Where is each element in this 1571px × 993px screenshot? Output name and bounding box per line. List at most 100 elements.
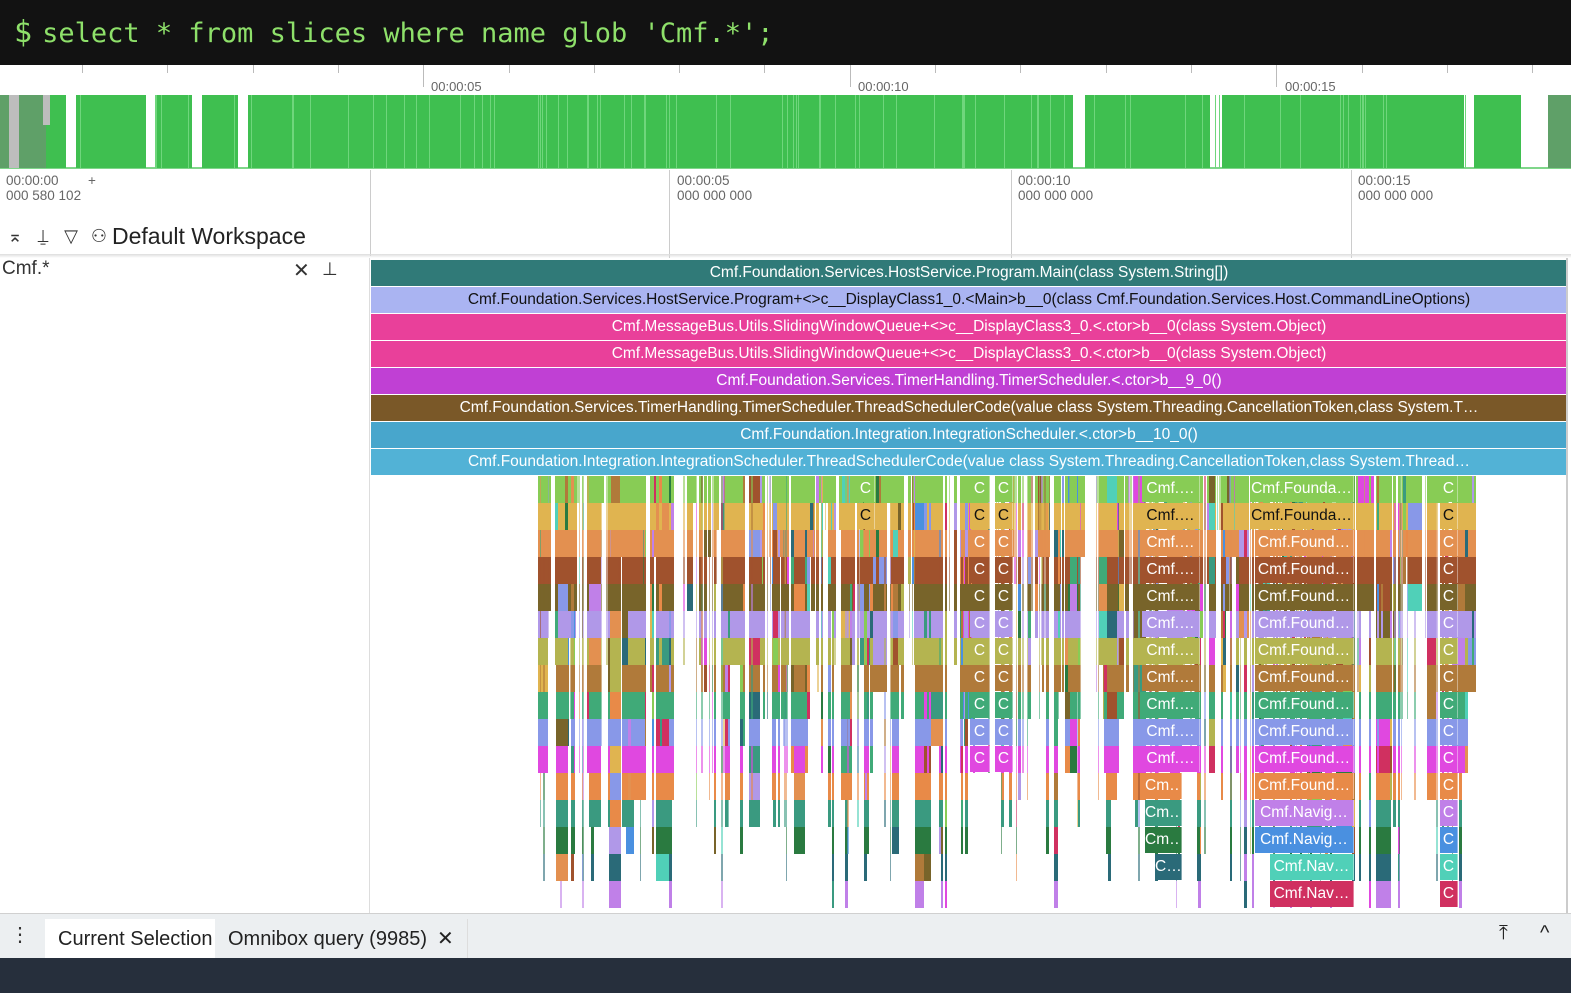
slice[interactable] bbox=[703, 638, 707, 665]
slice[interactable] bbox=[571, 503, 575, 530]
slice[interactable] bbox=[766, 665, 769, 692]
slice[interactable] bbox=[846, 746, 849, 773]
slice[interactable] bbox=[543, 611, 545, 638]
slice[interactable] bbox=[954, 557, 958, 584]
slice[interactable] bbox=[891, 719, 899, 746]
slice[interactable] bbox=[581, 773, 584, 800]
slice[interactable] bbox=[1235, 719, 1239, 746]
pin-to-top-icon[interactable]: ⤒ bbox=[1499, 922, 1508, 945]
slice[interactable] bbox=[889, 719, 892, 746]
slice[interactable] bbox=[1018, 611, 1021, 638]
slice[interactable] bbox=[724, 719, 728, 746]
slice[interactable]: C bbox=[1440, 611, 1458, 637]
slice[interactable] bbox=[556, 557, 568, 584]
slice[interactable] bbox=[870, 665, 873, 692]
slice[interactable] bbox=[815, 476, 819, 503]
slice[interactable] bbox=[1358, 719, 1361, 746]
slice[interactable] bbox=[772, 719, 775, 746]
slice[interactable] bbox=[713, 719, 717, 746]
slice[interactable] bbox=[1381, 476, 1384, 503]
slice[interactable] bbox=[1208, 530, 1215, 557]
slice[interactable] bbox=[1389, 746, 1393, 773]
slice[interactable]: Cmf.Found… bbox=[1255, 746, 1354, 772]
slice[interactable] bbox=[1070, 584, 1078, 611]
slice[interactable] bbox=[1465, 638, 1468, 665]
slice[interactable] bbox=[948, 476, 950, 503]
slice[interactable] bbox=[1046, 584, 1049, 611]
slice[interactable] bbox=[820, 476, 823, 503]
slice[interactable] bbox=[701, 503, 704, 530]
slice[interactable] bbox=[713, 827, 717, 854]
slice[interactable] bbox=[1235, 746, 1239, 773]
slice[interactable] bbox=[1054, 611, 1058, 638]
slice[interactable] bbox=[539, 476, 541, 503]
slice[interactable] bbox=[1016, 665, 1018, 692]
slice[interactable] bbox=[1018, 746, 1021, 773]
slice[interactable] bbox=[1436, 530, 1438, 557]
slice[interactable] bbox=[1097, 746, 1099, 773]
slice[interactable] bbox=[793, 584, 806, 611]
slice[interactable] bbox=[643, 476, 645, 503]
slice[interactable] bbox=[1471, 584, 1474, 611]
slice[interactable] bbox=[643, 638, 645, 665]
slice[interactable] bbox=[1198, 881, 1202, 908]
slice[interactable]: C bbox=[857, 476, 875, 502]
slice[interactable] bbox=[1426, 773, 1437, 800]
slice[interactable] bbox=[656, 530, 670, 557]
slice[interactable] bbox=[1016, 530, 1018, 557]
slice[interactable] bbox=[651, 692, 654, 719]
slice[interactable]: C bbox=[995, 638, 1013, 664]
slice[interactable] bbox=[1465, 476, 1468, 503]
slice[interactable] bbox=[547, 476, 550, 503]
slice[interactable] bbox=[831, 503, 835, 530]
slice[interactable] bbox=[703, 611, 707, 638]
slice[interactable] bbox=[960, 800, 963, 827]
slice[interactable] bbox=[927, 692, 930, 719]
slice[interactable] bbox=[1204, 719, 1207, 746]
slice[interactable] bbox=[815, 611, 819, 638]
slice[interactable] bbox=[884, 611, 887, 638]
slice[interactable] bbox=[1436, 773, 1438, 800]
slice[interactable] bbox=[1369, 638, 1372, 665]
slice[interactable] bbox=[891, 503, 894, 530]
slice[interactable] bbox=[1079, 638, 1082, 665]
slice[interactable] bbox=[1369, 800, 1372, 827]
slice[interactable] bbox=[1137, 773, 1140, 800]
slice[interactable] bbox=[777, 503, 781, 530]
slice[interactable] bbox=[618, 557, 620, 584]
slice[interactable] bbox=[556, 638, 568, 665]
slice[interactable] bbox=[777, 476, 781, 503]
slice[interactable] bbox=[1401, 557, 1404, 584]
slice[interactable] bbox=[1407, 611, 1409, 638]
slice[interactable] bbox=[793, 665, 806, 692]
slice[interactable] bbox=[846, 557, 849, 584]
slice[interactable] bbox=[721, 881, 724, 908]
slice[interactable] bbox=[1054, 854, 1058, 881]
slice[interactable] bbox=[1062, 557, 1065, 584]
slice[interactable] bbox=[1393, 692, 1396, 719]
slice[interactable] bbox=[891, 611, 894, 638]
slice[interactable] bbox=[828, 611, 831, 638]
slice[interactable] bbox=[1062, 638, 1065, 665]
slice[interactable] bbox=[960, 530, 963, 557]
slice[interactable] bbox=[762, 503, 766, 530]
slice[interactable] bbox=[1426, 611, 1437, 638]
slice[interactable] bbox=[930, 584, 943, 611]
close-tab-icon[interactable]: ✕ bbox=[437, 928, 454, 950]
slice[interactable] bbox=[898, 530, 901, 557]
slice[interactable] bbox=[751, 530, 753, 557]
slice[interactable] bbox=[1043, 530, 1046, 557]
slice[interactable] bbox=[1407, 530, 1422, 557]
slice[interactable] bbox=[889, 638, 892, 665]
slice[interactable] bbox=[1043, 503, 1046, 530]
slice[interactable] bbox=[1376, 719, 1380, 746]
slice[interactable] bbox=[785, 827, 787, 854]
slice[interactable] bbox=[1414, 665, 1416, 692]
slice[interactable] bbox=[772, 746, 775, 773]
slice[interactable] bbox=[1137, 584, 1140, 611]
slice[interactable] bbox=[713, 746, 717, 773]
slice[interactable] bbox=[556, 584, 568, 611]
collapse-panel-icon[interactable]: ^ bbox=[1540, 922, 1549, 945]
slice[interactable] bbox=[589, 503, 601, 530]
slice[interactable] bbox=[571, 476, 575, 503]
